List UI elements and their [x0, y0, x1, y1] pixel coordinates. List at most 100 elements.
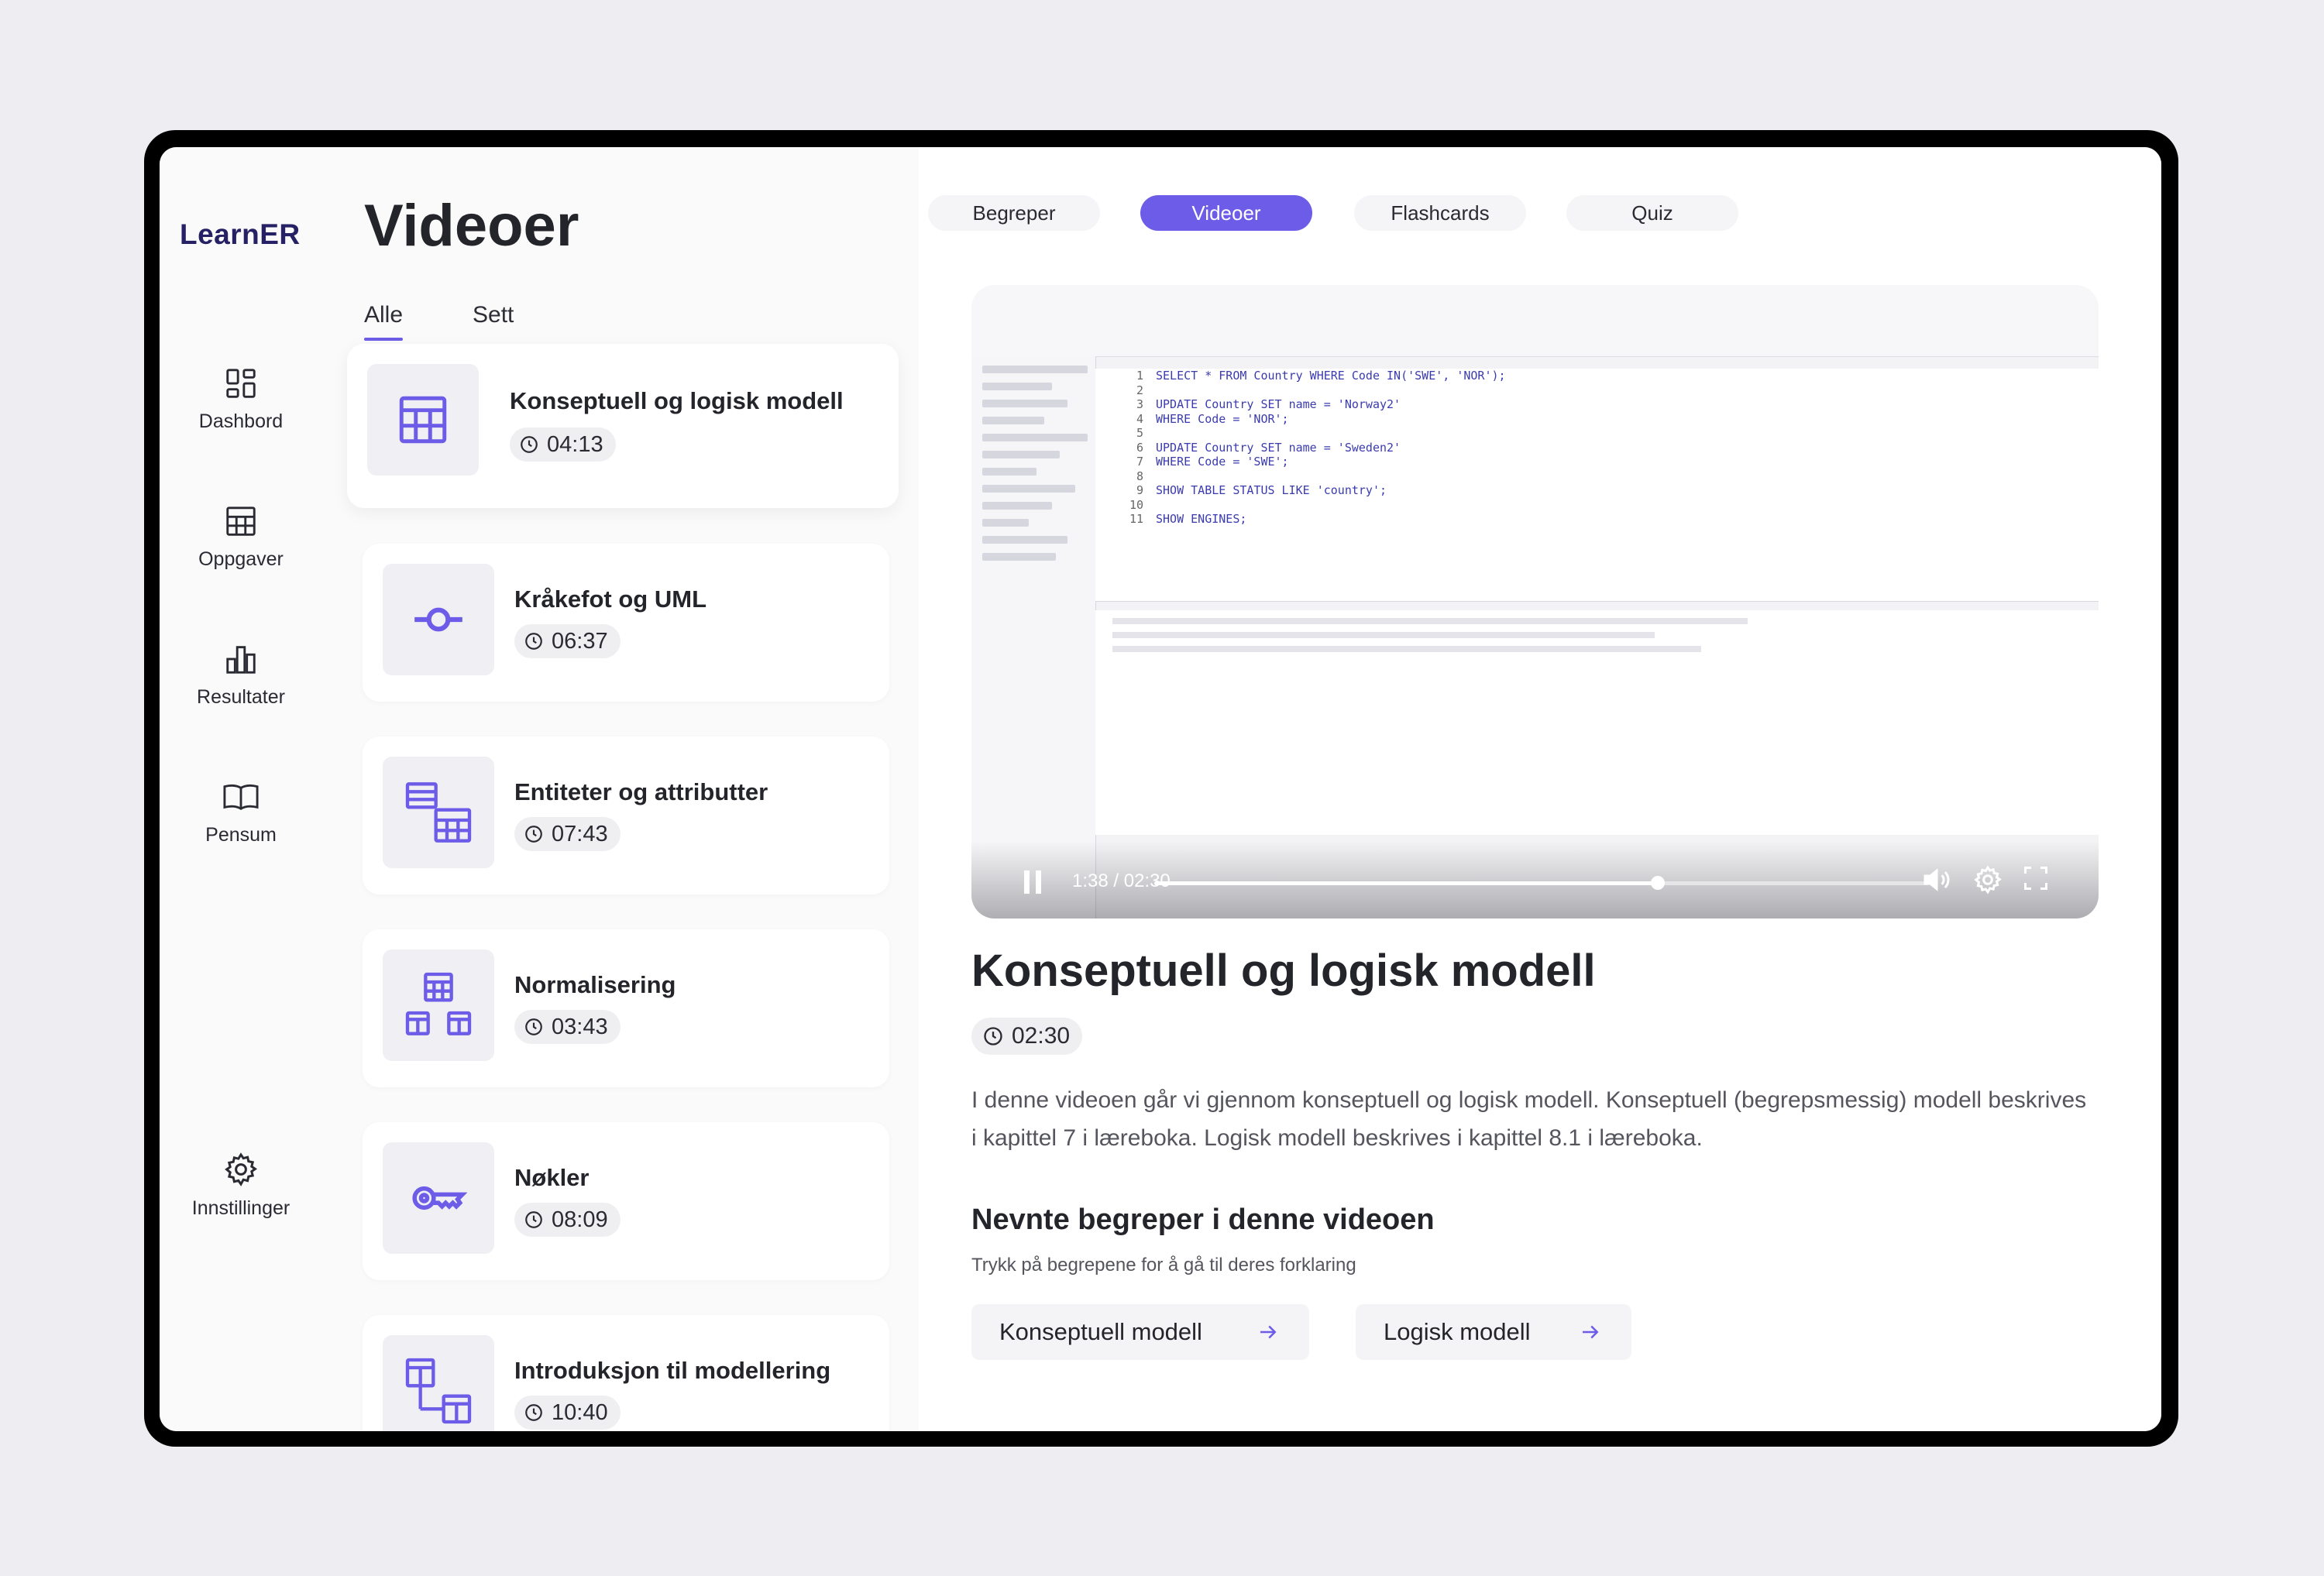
- term-button-konseptuell-modell[interactable]: Konseptuell modell: [971, 1304, 1309, 1360]
- video-thumb: [383, 757, 494, 868]
- normalization-icon: [405, 972, 472, 1035]
- video-detail: Begreper Videoer Flashcards Quiz 1 SELECT…: [919, 147, 2161, 1431]
- clock-icon: [525, 1404, 542, 1421]
- clock-icon: [525, 1018, 542, 1035]
- app-screen: LearnER Dashbord Oppgaver Resultater Pen…: [160, 147, 2161, 1431]
- video-controls: 1:38 / 02:30: [971, 841, 2099, 918]
- duration-text: 04:13: [547, 431, 603, 457]
- duration-chip: 10:40: [514, 1396, 621, 1430]
- code-line: 3 UPDATE Country SET name = 'Norway2': [1136, 397, 1401, 411]
- duration-chip: 06:37: [514, 624, 621, 658]
- video-card-entiteter[interactable]: Entiteter og attributter 07:43: [363, 736, 889, 894]
- video-code-editor: 1 SELECT * FROM Country WHERE Code IN('SW…: [1095, 369, 2099, 602]
- tab-quiz[interactable]: Quiz: [1566, 195, 1738, 231]
- sidebar-item-oppgaver[interactable]: Oppgaver: [160, 503, 322, 571]
- sidebar-item-resultater[interactable]: Resultater: [160, 641, 322, 709]
- code-line: 1 SELECT * FROM Country WHERE Code IN('SW…: [1136, 369, 1506, 383]
- duration-text: 10:40: [552, 1399, 608, 1425]
- term-button-logisk-modell[interactable]: Logisk modell: [1356, 1304, 1631, 1360]
- sidebar-item-label: Innstillinger: [191, 1197, 290, 1219]
- sidebar-item-label: Resultater: [197, 686, 285, 708]
- tab-flashcards[interactable]: Flashcards: [1354, 195, 1526, 231]
- duration-chip: 03:43: [514, 1010, 621, 1044]
- code-line: 11 SHOW ENGINES;: [1129, 512, 1247, 526]
- video-progress-bar[interactable]: [1154, 876, 1929, 890]
- gear-icon: [225, 1152, 258, 1186]
- video-thumb: [383, 1335, 494, 1431]
- video-app-navigator: [971, 356, 1096, 918]
- code-line: 10: [1129, 497, 1143, 512]
- duration-chip: 07:43: [514, 817, 621, 851]
- code-line: 7 WHERE Code = 'SWE';: [1136, 455, 1289, 469]
- sidebar-item-innstillinger[interactable]: Innstillinger: [160, 1151, 322, 1220]
- device-frame: LearnER Dashbord Oppgaver Resultater Pen…: [144, 130, 2178, 1447]
- modeling-icon: [405, 1358, 472, 1424]
- video-title: Konseptuell og logisk modell: [510, 387, 844, 414]
- code-line: 8: [1136, 469, 1143, 483]
- dashboard-icon: [226, 369, 256, 398]
- video-card-normalisering[interactable]: Normalisering 03:43: [363, 929, 889, 1087]
- page-title: Videoer: [364, 193, 579, 259]
- table-icon: [226, 506, 256, 536]
- video-thumb: [367, 364, 479, 476]
- video-detail-title: Konseptuell og logisk modell: [971, 946, 1596, 996]
- sidebar-item-pensum[interactable]: Pensum: [160, 779, 322, 846]
- pause-icon[interactable]: [1021, 869, 1044, 895]
- code-line: 9 SHOW TABLE STATUS LIKE 'country';: [1136, 483, 1387, 497]
- entity-table-icon: [405, 782, 472, 843]
- volume-icon[interactable]: [1921, 864, 1952, 895]
- video-title: Kråkefot og UML: [514, 585, 706, 613]
- duration-text: 02:30: [1012, 1023, 1071, 1049]
- video-result-grid: [1095, 610, 2099, 835]
- clock-icon: [984, 1027, 1002, 1046]
- fullscreen-icon[interactable]: [2022, 864, 2050, 892]
- sidebar-item-dashbord[interactable]: Dashbord: [160, 366, 322, 433]
- code-line: 5: [1136, 426, 1143, 440]
- duration-text: 08:09: [552, 1207, 608, 1232]
- book-icon: [223, 784, 259, 811]
- video-card-introduksjon[interactable]: Introduksjon til modellering 10:40: [363, 1315, 889, 1431]
- duration-chip: 08:09: [514, 1203, 621, 1237]
- duration-text: 03:43: [552, 1014, 608, 1039]
- table-icon: [399, 396, 447, 444]
- video-card-konseptuell[interactable]: Konseptuell og logisk modell 04:13: [347, 344, 899, 508]
- filter-tab-sett[interactable]: Sett: [473, 302, 514, 328]
- duration-chip: 04:13: [510, 427, 616, 462]
- video-thumb: [383, 949, 494, 1061]
- term-label: Logisk modell: [1384, 1318, 1531, 1345]
- sidebar-item-label: Pensum: [205, 824, 277, 846]
- settings-icon[interactable]: [1972, 864, 2003, 895]
- code-line: 4 WHERE Code = 'NOR';: [1136, 411, 1289, 426]
- arrow-right-icon: [1260, 1325, 1277, 1339]
- terms-subtitle: Trykk på begrepene for å gå til deres fo…: [971, 1255, 1356, 1276]
- key-icon: [412, 1186, 467, 1210]
- sidebar: LearnER Dashbord Oppgaver Resultater Pen…: [160, 147, 322, 1431]
- video-title: Nøkler: [514, 1164, 590, 1191]
- duration-chip: 02:30: [971, 1018, 1083, 1055]
- filter-tab-alle[interactable]: Alle: [364, 302, 404, 341]
- video-progress-knob[interactable]: [1651, 876, 1665, 890]
- video-title: Introduksjon til modellering: [514, 1357, 831, 1384]
- bar-chart-icon: [226, 646, 256, 674]
- video-app-toolbar: [971, 285, 2099, 357]
- tab-videoer[interactable]: Videoer: [1140, 195, 1312, 231]
- video-title: Normalisering: [514, 971, 676, 998]
- clock-icon: [521, 436, 538, 453]
- clock-icon: [525, 826, 542, 843]
- video-player[interactable]: 1 SELECT * FROM Country WHERE Code IN('SW…: [971, 285, 2099, 918]
- term-label: Konseptuell modell: [999, 1318, 1202, 1345]
- code-line: 2: [1136, 383, 1143, 397]
- sidebar-item-label: Dashbord: [198, 410, 284, 432]
- video-description: I denne videoen går vi gjennom konseptue…: [971, 1087, 2087, 1151]
- duration-text: 06:37: [552, 628, 608, 654]
- video-progress-fill: [1154, 881, 1658, 885]
- sidebar-item-label: Oppgaver: [198, 548, 284, 570]
- duration-text: 07:43: [552, 821, 608, 846]
- video-card-krakefot[interactable]: Kråkefot og UML 06:37: [363, 544, 889, 702]
- terms-heading: Nevnte begreper i denne videoen: [971, 1203, 1435, 1236]
- video-title: Entiteter og attributter: [514, 778, 768, 805]
- video-thumb: [383, 564, 494, 675]
- app-logo: LearnER: [180, 218, 301, 250]
- video-card-nokler[interactable]: Nøkler 08:09: [363, 1122, 889, 1280]
- tab-begreper[interactable]: Begreper: [928, 195, 1100, 231]
